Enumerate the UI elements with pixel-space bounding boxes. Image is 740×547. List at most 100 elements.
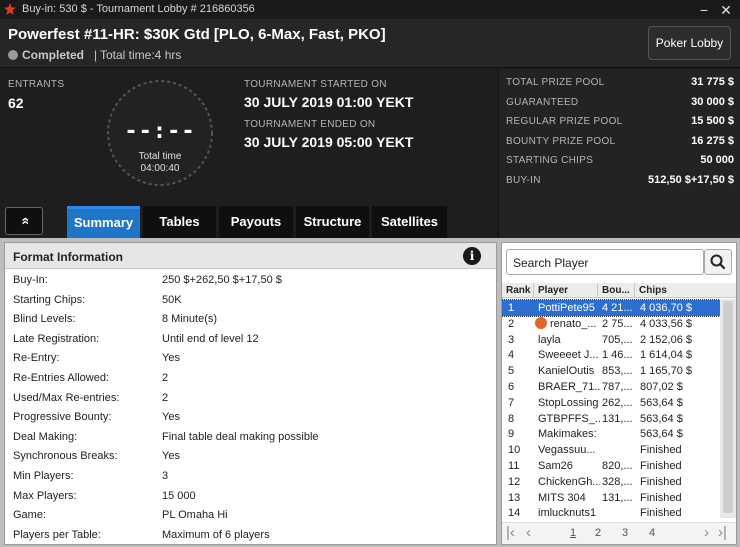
close-button[interactable]: ✕ (717, 1, 735, 19)
player-cell-rank: 8 (508, 412, 515, 425)
prize-label: BOUNTY PRIZE POOL (506, 135, 616, 147)
prev-page-icon[interactable]: ‹ (526, 524, 531, 541)
player-cell-chips: 1 165,70 $ (640, 365, 692, 378)
player-cell-bounty: 853,... (602, 365, 633, 378)
player-cell-chips: 807,02 $ (640, 381, 683, 393)
format-row-label: Deal Making: (13, 430, 78, 443)
player-row[interactable]: 4 Sweeeet J... 1 46... 1 614,04 $ (502, 347, 720, 363)
format-row-label: Used/Max Re-entries: (13, 391, 120, 404)
window-titlebar: Buy-in: 530 $ - Tournament Lobby # 21686… (0, 0, 740, 20)
player-row[interactable]: 10 Vegassuu... Finished (502, 442, 720, 458)
tournament-name: Powerfest #11-HR: $30K Gtd [PLO, 6-Max, … (8, 26, 386, 43)
format-row-label: Starting Chips: (13, 293, 86, 306)
tab-satellites[interactable]: Satellites (372, 206, 447, 238)
page-link-1[interactable]: 1 (570, 527, 576, 539)
column-header-bounty[interactable]: Bou... (598, 283, 635, 298)
player-list-pager: |‹ ‹ 1 2 3 4 › ›| (502, 522, 736, 544)
player-cell-bounty: 328,... (602, 475, 633, 488)
tab-tables[interactable]: Tables (143, 206, 216, 238)
prize-pool-panel: TOTAL PRIZE POOL 31 775 $ GUARANTEED 30 … (498, 69, 740, 241)
player-cell-rank: 6 (508, 381, 515, 393)
player-cell-player: ChickenGh... (538, 475, 600, 488)
player-cell-player: PottiPete95 (538, 302, 595, 314)
tab-payouts[interactable]: Payouts (219, 206, 293, 238)
player-row[interactable]: 3 layla 705,... 2 152,06 $ (502, 332, 720, 348)
search-player-input[interactable] (513, 254, 699, 271)
player-row[interactable]: 1 PottiPete95 4 21... 4 036,70 $ (502, 299, 721, 317)
player-row[interactable]: 2 renato_... 2 75... 4 033,56 $ (502, 316, 720, 332)
scrollbar-thumb[interactable] (723, 301, 733, 513)
entrants-label: ENTRANTS (8, 79, 65, 90)
header-separator: | (94, 48, 98, 62)
first-page-icon[interactable]: |‹ (506, 524, 515, 541)
collapse-button[interactable]: » (5, 207, 43, 235)
player-list-scrollbar[interactable] (720, 299, 736, 518)
player-cell-rank: 1 (508, 302, 515, 314)
format-row: Blind Levels: 8 Minute(s) (5, 309, 496, 329)
prize-label: GUARANTEED (506, 96, 579, 108)
player-row[interactable]: 13 MITS 304 131,... Finished (502, 490, 720, 506)
minimize-button[interactable]: − (695, 1, 713, 19)
format-row-value: PL Omaha Hi (162, 509, 228, 522)
format-row-label: Min Players: (13, 470, 74, 482)
tab-summary[interactable]: Summary (67, 206, 140, 238)
player-cell-chips: Finished (640, 507, 682, 520)
player-cell-chips: 4 036,70 $ (640, 302, 692, 314)
column-header-rank[interactable]: Rank (502, 283, 534, 298)
column-header-chips[interactable]: Chips (635, 283, 736, 298)
format-row-label: Buy-In: (13, 274, 48, 286)
player-cell-rank: 11 (508, 460, 520, 472)
prize-label: TOTAL PRIZE POOL (506, 77, 605, 88)
player-row[interactable]: 5 KanielOutis 853,... 1 165,70 $ (502, 363, 720, 379)
player-cell-chips: 563,64 $ (640, 428, 683, 441)
player-cell-rank: 10 (508, 444, 521, 457)
prize-row: BUY-IN 512,50 $+17,50 $ (506, 173, 734, 189)
player-status-badge-icon (535, 316, 547, 329)
player-cell-rank: 7 (508, 396, 515, 409)
tab-structure[interactable]: Structure (296, 206, 369, 238)
format-information-panel: Format Information i Buy-In: 250 $+262,50… (4, 242, 497, 545)
format-row-label: Max Players: (13, 489, 77, 502)
format-row-label: Re-Entries Allowed: (13, 372, 109, 384)
tournament-header: Powerfest #11-HR: $30K Gtd [PLO, 6-Max, … (0, 20, 740, 68)
format-row-label: Progressive Bounty: (13, 411, 112, 424)
poker-lobby-button[interactable]: Poker Lobby (648, 26, 731, 60)
prize-label: STARTING CHIPS (506, 155, 594, 166)
prize-row: BOUNTY PRIZE POOL 16 275 $ (506, 134, 734, 150)
search-button[interactable] (704, 249, 732, 275)
format-row: Progressive Bounty: Yes (5, 407, 496, 427)
player-cell-rank: 13 (508, 491, 521, 504)
prize-value: 15 500 $ (691, 115, 734, 127)
player-row[interactable]: 9 Makimakes: 563,64 $ (502, 426, 720, 442)
prize-row: GUARANTEED 30 000 $ (506, 95, 734, 111)
column-header-player[interactable]: Player (534, 283, 598, 298)
format-row: Re-Entries Allowed: 2 (5, 368, 496, 388)
player-cell-player: BRAER_71... (538, 381, 600, 393)
player-cell-player: renato_... (550, 317, 597, 330)
player-row[interactable]: 11 Sam26 820,... Finished (502, 458, 720, 474)
format-row-label: Players per Table: (13, 528, 101, 541)
player-row[interactable]: 8 GTBPFFS_... 131,... 563,64 $ (502, 411, 720, 427)
info-icon[interactable]: i (463, 247, 481, 265)
next-page-icon[interactable]: › (704, 524, 709, 541)
format-row-value: 250 $+262,50 $+17,50 $ (162, 274, 282, 286)
clock-label: Total time (138, 151, 182, 162)
prize-row: REGULAR PRIZE POOL 15 500 $ (506, 114, 734, 130)
player-row[interactable]: 12 ChickenGh... 328,... Finished (502, 474, 720, 490)
page-link-4[interactable]: 4 (649, 527, 655, 539)
format-row-label: Re-Entry: (13, 352, 60, 365)
page-link-3[interactable]: 3 (622, 527, 628, 539)
player-cell-rank: 5 (508, 365, 515, 378)
player-cell-player: StopLossing (538, 396, 599, 409)
last-page-icon[interactable]: ›| (718, 524, 727, 541)
format-row: Synchronous Breaks: Yes (5, 446, 496, 466)
search-player-field[interactable] (506, 249, 704, 275)
search-icon (710, 254, 726, 270)
player-cell-bounty: 131,... (602, 412, 633, 425)
player-row[interactable]: 6 BRAER_71... 787,... 807,02 $ (502, 379, 720, 395)
player-row[interactable]: 7 StopLossing 262,... 563,64 $ (502, 395, 720, 411)
page-link-2[interactable]: 2 (595, 527, 601, 539)
player-row[interactable]: 14 imlucknuts1 Finished (502, 505, 720, 521)
total-time-text: Total time:4 hrs (100, 48, 182, 62)
player-cell-bounty: 820,... (602, 460, 633, 472)
